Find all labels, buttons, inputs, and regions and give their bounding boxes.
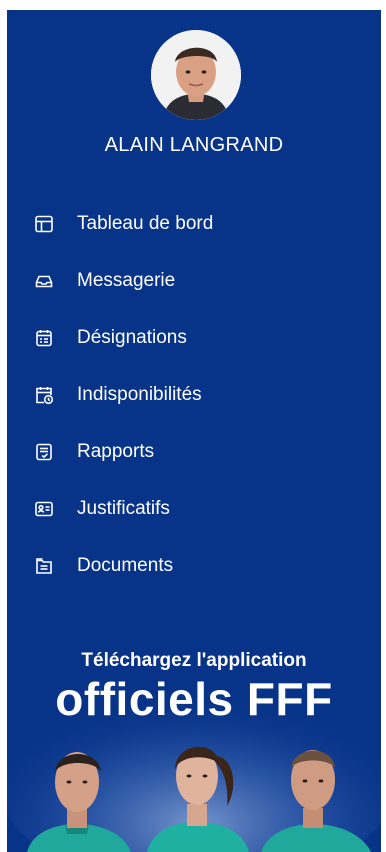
sidebar-item-designations[interactable]: Désignations	[7, 309, 381, 366]
id-card-icon	[34, 499, 54, 519]
sidebar-item-label: Indisponibilités	[77, 383, 202, 405]
sidebar-item-documents[interactable]: Documents	[7, 537, 381, 594]
banner-title: officiels FFF	[55, 673, 333, 725]
sidebar-item-messagerie[interactable]: Messagerie	[7, 252, 381, 309]
sidebar-item-label: Justificatifs	[77, 497, 170, 519]
sidebar: ALAIN LANGRAND Tableau de bord Messageri…	[7, 10, 381, 852]
sidebar-item-tableau-de-bord[interactable]: Tableau de bord	[7, 195, 381, 252]
sidebar-item-label: Désignations	[77, 326, 187, 348]
document-icon	[34, 556, 54, 576]
sidebar-menu: Tableau de bord Messagerie Désignations …	[7, 195, 381, 594]
sidebar-item-label: Rapports	[77, 440, 155, 462]
referees-photo	[27, 746, 371, 852]
sidebar-item-label: Messagerie	[77, 269, 176, 291]
sidebar-item-label: Documents	[77, 554, 174, 576]
dashboard-icon	[34, 214, 54, 234]
sidebar-item-label: Tableau de bord	[77, 212, 214, 234]
sidebar-item-rapports[interactable]: Rapports	[7, 423, 381, 480]
assignments-icon	[34, 328, 54, 348]
avatar[interactable]	[151, 30, 241, 120]
banner-subtitle: Téléchargez l'application	[81, 650, 307, 671]
inbox-icon	[34, 271, 54, 291]
user-name: ALAIN LANGRAND	[104, 134, 284, 156]
sidebar-item-justificatifs[interactable]: Justificatifs	[7, 480, 381, 537]
app-download-banner[interactable]: Téléchargez l'application officiels FFF	[7, 630, 381, 852]
calendar-clock-icon	[34, 385, 54, 405]
sidebar-item-indisponibilites[interactable]: Indisponibilités	[7, 366, 381, 423]
report-check-icon	[34, 442, 54, 462]
